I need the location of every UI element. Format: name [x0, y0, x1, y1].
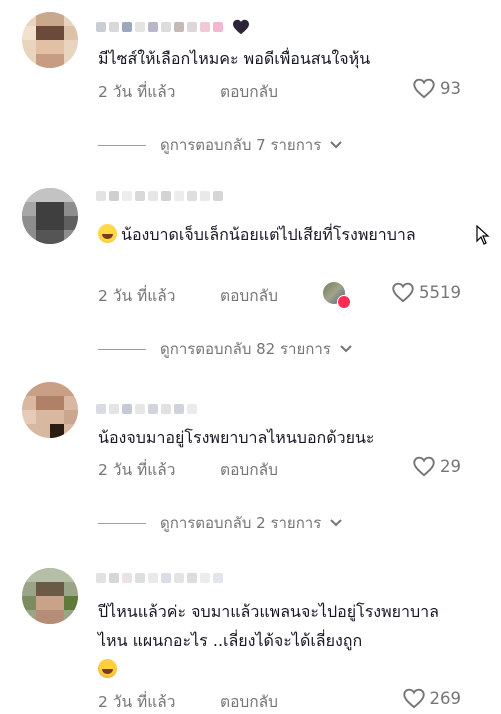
comment-meta: 2 วัน ที่แล้ว ตอบกลับ [98, 457, 278, 482]
like-button[interactable]: 5519 [391, 282, 461, 303]
comment-text: น้องบาดเจ็บเล็กน้อยแต่ไปเสียที่โรงพยาบาล [98, 220, 463, 249]
creator-heart-badge [337, 295, 351, 309]
like-count: 269 [429, 689, 462, 708]
heart-outline-icon [392, 282, 414, 303]
chevron-down-icon [330, 519, 342, 527]
view-replies-label: ดูการตอบกลับ 82 รายการ [160, 340, 331, 358]
comment-meta: 2 วัน ที่แล้ว ตอบกลับ [98, 689, 278, 714]
heart-outline-icon [413, 78, 435, 99]
reply-button[interactable]: ตอบกลับ [220, 689, 278, 714]
hot-face-emoji [98, 659, 117, 678]
heart-outline-icon [413, 456, 435, 477]
comment-meta: 2 วัน ที่แล้ว ตอบกลับ [98, 79, 278, 104]
avatar[interactable] [22, 382, 78, 438]
avatar[interactable] [22, 188, 78, 244]
comment-date: 2 วัน ที่แล้ว [98, 461, 176, 479]
heart-outline-icon [402, 688, 425, 709]
avatar[interactable] [22, 568, 78, 624]
mouse-cursor-icon [476, 225, 490, 245]
grinning-sweat-emoji [98, 224, 117, 243]
view-replies-button[interactable]: ดูการตอบกลับ 7 รายการ [98, 133, 343, 157]
like-button[interactable]: 93 [412, 78, 461, 99]
view-replies-label: ดูการตอบกลับ 2 รายการ [160, 514, 322, 532]
avatar[interactable] [22, 12, 78, 68]
comment-text: ปีไหนแล้วค่ะ จบมาแล้วแพลนจะไปอยู่โรงพยาบ… [98, 597, 463, 684]
chevron-down-icon [340, 345, 352, 353]
reply-button[interactable]: ตอบกลับ [220, 283, 278, 308]
view-replies-label: ดูการตอบกลับ 7 รายการ [160, 136, 322, 154]
like-button[interactable]: 29 [412, 456, 461, 477]
like-button[interactable]: 269 [402, 688, 462, 709]
comment-date: 2 วัน ที่แล้ว [98, 693, 176, 711]
like-count: 93 [440, 79, 461, 98]
view-replies-button[interactable]: ดูการตอบกลับ 82 รายการ [98, 337, 353, 361]
like-count: 29 [440, 457, 461, 476]
username[interactable] [96, 189, 223, 203]
chevron-down-icon [330, 141, 342, 149]
like-count: 5519 [419, 283, 461, 302]
comment-text: น้องจบมาอยู่โรงพยาบาลไหนบอกด้วยนะ [98, 428, 375, 447]
view-replies-button[interactable]: ดูการตอบกลับ 2 รายการ [98, 511, 343, 535]
username[interactable] [96, 402, 197, 416]
divider-line [98, 348, 146, 350]
black-heart-icon [233, 19, 249, 35]
username[interactable] [96, 19, 250, 35]
comment-text: มีไซส์ให้เลือกไหมคะ พอดีเพื่อนสนใจหุ้น [98, 49, 371, 68]
username[interactable] [96, 571, 223, 585]
comment-date: 2 วัน ที่แล้ว [98, 287, 176, 305]
reply-button[interactable]: ตอบกลับ [220, 457, 278, 482]
comment-meta: 2 วัน ที่แล้ว ตอบกลับ [98, 283, 278, 308]
divider-line [98, 522, 146, 524]
divider-line [98, 144, 146, 146]
comment-date: 2 วัน ที่แล้ว [98, 83, 176, 101]
reply-button[interactable]: ตอบกลับ [220, 79, 278, 104]
